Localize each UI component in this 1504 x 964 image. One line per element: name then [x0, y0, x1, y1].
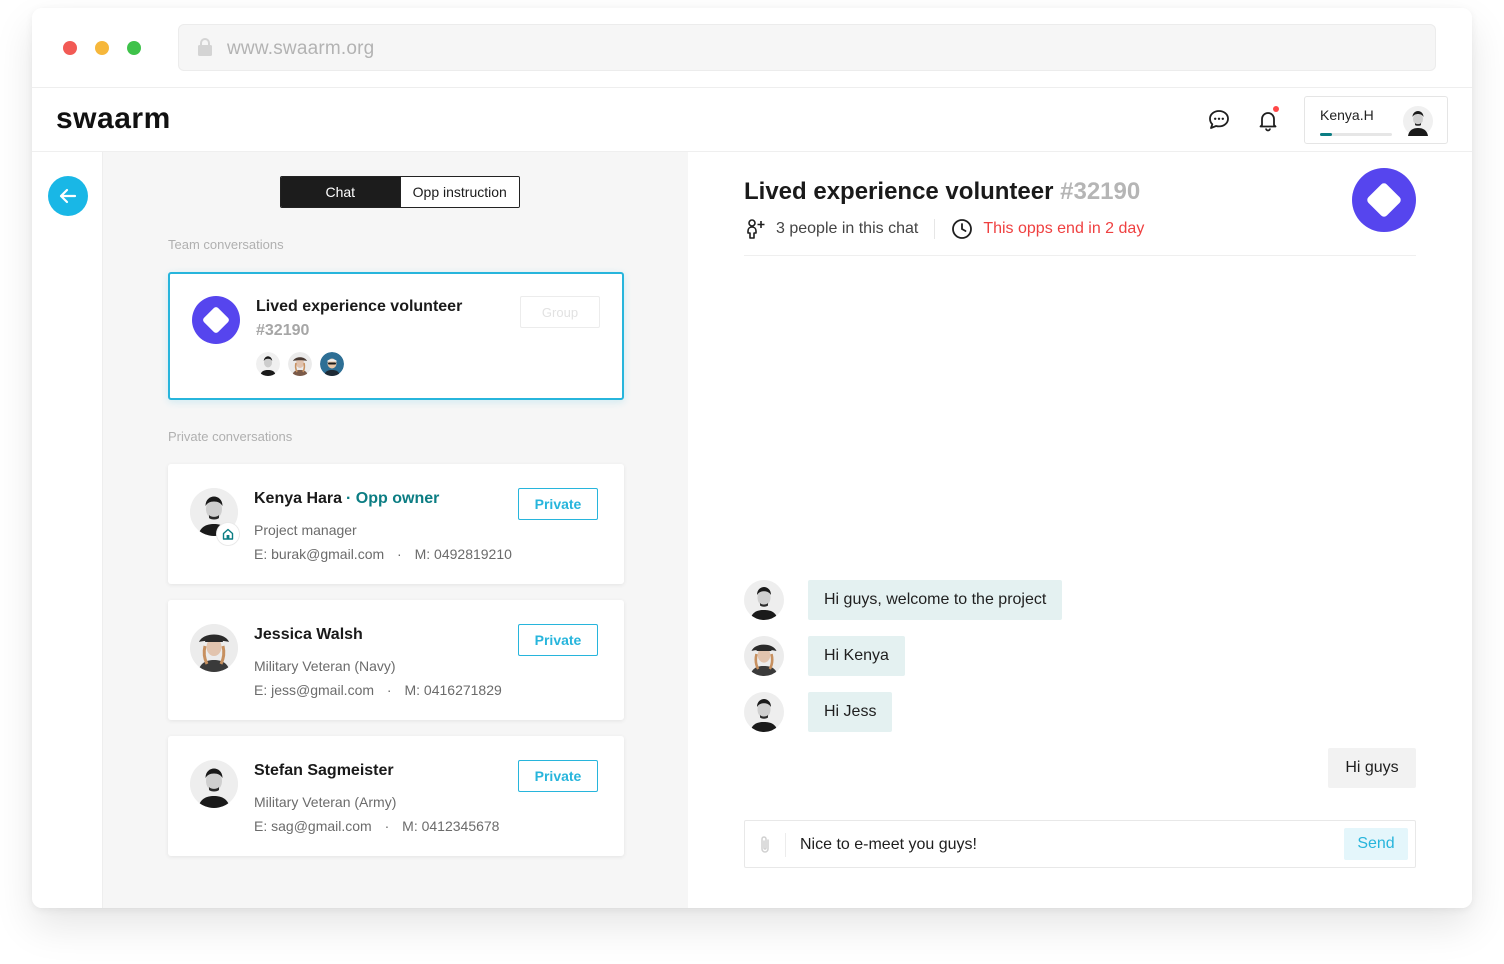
avatar: [744, 692, 784, 732]
contact-email: E: burak@gmail.com: [254, 546, 385, 562]
message-bubble: Hi guys, welcome to the project: [808, 580, 1063, 620]
private-chat-button[interactable]: Private: [518, 760, 598, 792]
paperclip-icon[interactable]: [757, 834, 773, 856]
contact-mobile: M: 0416271829: [404, 682, 502, 698]
private-contact-card[interactable]: Jessica Walsh Military Veteran (Navy) E:…: [168, 600, 624, 720]
contact-mobile: M: 0492819210: [414, 546, 512, 562]
contact-role: Military Veteran (Navy): [254, 658, 396, 674]
divider: [934, 219, 936, 239]
contact-mobile: M: 0412345678: [402, 818, 500, 834]
avatar: [190, 760, 238, 808]
separator-dot: ·: [397, 546, 402, 562]
contact-details: E: jess@gmail.com · M: 0416271829: [254, 682, 502, 698]
avatar: [256, 352, 280, 376]
contact-email: E: jess@gmail.com: [254, 682, 375, 698]
view-tabs: Chat Opp instruction: [280, 176, 520, 208]
url-text: www.swaarm.org: [227, 38, 375, 59]
contact-name: Stefan Sagmeister: [254, 762, 394, 779]
team-conversation-title: Lived experience volunteer: [256, 298, 463, 315]
browser-chrome: www.swaarm.org: [32, 8, 1472, 88]
chat-meta: 3 people in this chat This opps end in 2…: [744, 216, 1144, 242]
people-count: 3 people in this chat: [776, 220, 919, 237]
chat-title: Lived experience volunteer #32190: [744, 178, 1140, 206]
message-bubble: Hi Jess: [808, 692, 893, 732]
opp-logo: [192, 296, 240, 344]
send-button[interactable]: Send: [1344, 828, 1408, 860]
divider: [785, 833, 786, 857]
chat-message: Hi Kenya: [744, 636, 905, 676]
profile-progress-fill: [1320, 133, 1332, 136]
user-avatar: [1403, 106, 1433, 136]
divider: [744, 255, 1416, 256]
private-chat-button[interactable]: Private: [518, 624, 598, 656]
chat-title-text: Lived experience volunteer: [744, 178, 1054, 205]
clock-icon: [952, 219, 973, 239]
tab-chat[interactable]: Chat: [281, 177, 400, 207]
private-conversations-heading: Private conversations: [168, 429, 293, 444]
conversation-list-panel: Chat Opp instruction Team conversations …: [103, 152, 688, 908]
app-header: swaarm Kenya.H: [32, 88, 1472, 152]
house-icon: [217, 523, 239, 545]
tab-opp-instruction[interactable]: Opp instruction: [399, 177, 519, 207]
left-rail: [32, 152, 103, 908]
contact-details: E: sag@gmail.com · M: 0412345678: [254, 818, 499, 834]
avatar: [190, 624, 238, 672]
avatar: [744, 636, 784, 676]
separator-dot: ·: [386, 682, 392, 698]
lock-icon: [198, 38, 212, 56]
opp-owner-tag: · Opp owner: [346, 490, 440, 507]
contact-details: E: burak@gmail.com · M: 0492819210: [254, 546, 512, 562]
group-button[interactable]: Group: [520, 296, 600, 328]
separator-dot: ·: [384, 818, 390, 834]
browser-window: www.swaarm.org swaarm Kenya.H Chat Opp i…: [32, 8, 1472, 908]
avatar: [288, 352, 312, 376]
private-contact-card[interactable]: Kenya Hara · Opp owner Project manager E…: [168, 464, 624, 584]
app-logo[interactable]: swaarm: [56, 102, 171, 136]
message-bubble: Hi Kenya: [808, 636, 905, 676]
chat-panel: Lived experience volunteer #32190 3 peop…: [688, 152, 1472, 908]
contact-email: E: sag@gmail.com: [254, 818, 372, 834]
person-add-icon: [747, 219, 765, 239]
message-input[interactable]: [800, 833, 1330, 857]
private-chat-button[interactable]: Private: [518, 488, 598, 520]
member-avatars: [256, 352, 344, 376]
maximize-window-button[interactable]: [127, 41, 141, 55]
user-menu[interactable]: Kenya.H: [1304, 96, 1448, 144]
my-message-bubble: Hi guys: [1328, 748, 1416, 788]
profile-progress-bar: [1320, 133, 1392, 136]
user-name: Kenya.H: [1320, 107, 1374, 123]
message-composer: Send: [744, 820, 1416, 868]
avatar: [320, 352, 344, 376]
close-window-button[interactable]: [63, 41, 77, 55]
avatar: [744, 580, 784, 620]
team-conversation-card[interactable]: Lived experience volunteer #32190 Group: [168, 272, 624, 400]
deadline-warning: This opps end in 2 day: [983, 220, 1145, 237]
chat-message: Hi Jess: [744, 692, 893, 732]
contact-name: Kenya Hara: [254, 490, 343, 507]
private-contact-card[interactable]: Stefan Sagmeister Military Veteran (Army…: [168, 736, 624, 856]
chat-title-number: #32190: [1060, 178, 1141, 205]
contact-role: Military Veteran (Army): [254, 794, 397, 810]
notification-dot: [1273, 106, 1279, 112]
opp-owner-label: Opp owner: [355, 490, 440, 507]
chat-bubble-icon[interactable]: [1207, 108, 1231, 132]
arrow-left-icon: [59, 188, 77, 204]
minimize-window-button[interactable]: [95, 41, 109, 55]
back-button[interactable]: [48, 176, 88, 216]
contact-name: Jessica Walsh: [254, 626, 363, 643]
opp-logo: [1352, 168, 1416, 232]
team-conversation-number: #32190: [256, 322, 310, 339]
contact-role: Project manager: [254, 522, 357, 538]
address-bar[interactable]: www.swaarm.org: [178, 24, 1436, 71]
chat-message: Hi guys, welcome to the project: [744, 580, 1063, 620]
team-conversations-heading: Team conversations: [168, 237, 284, 252]
